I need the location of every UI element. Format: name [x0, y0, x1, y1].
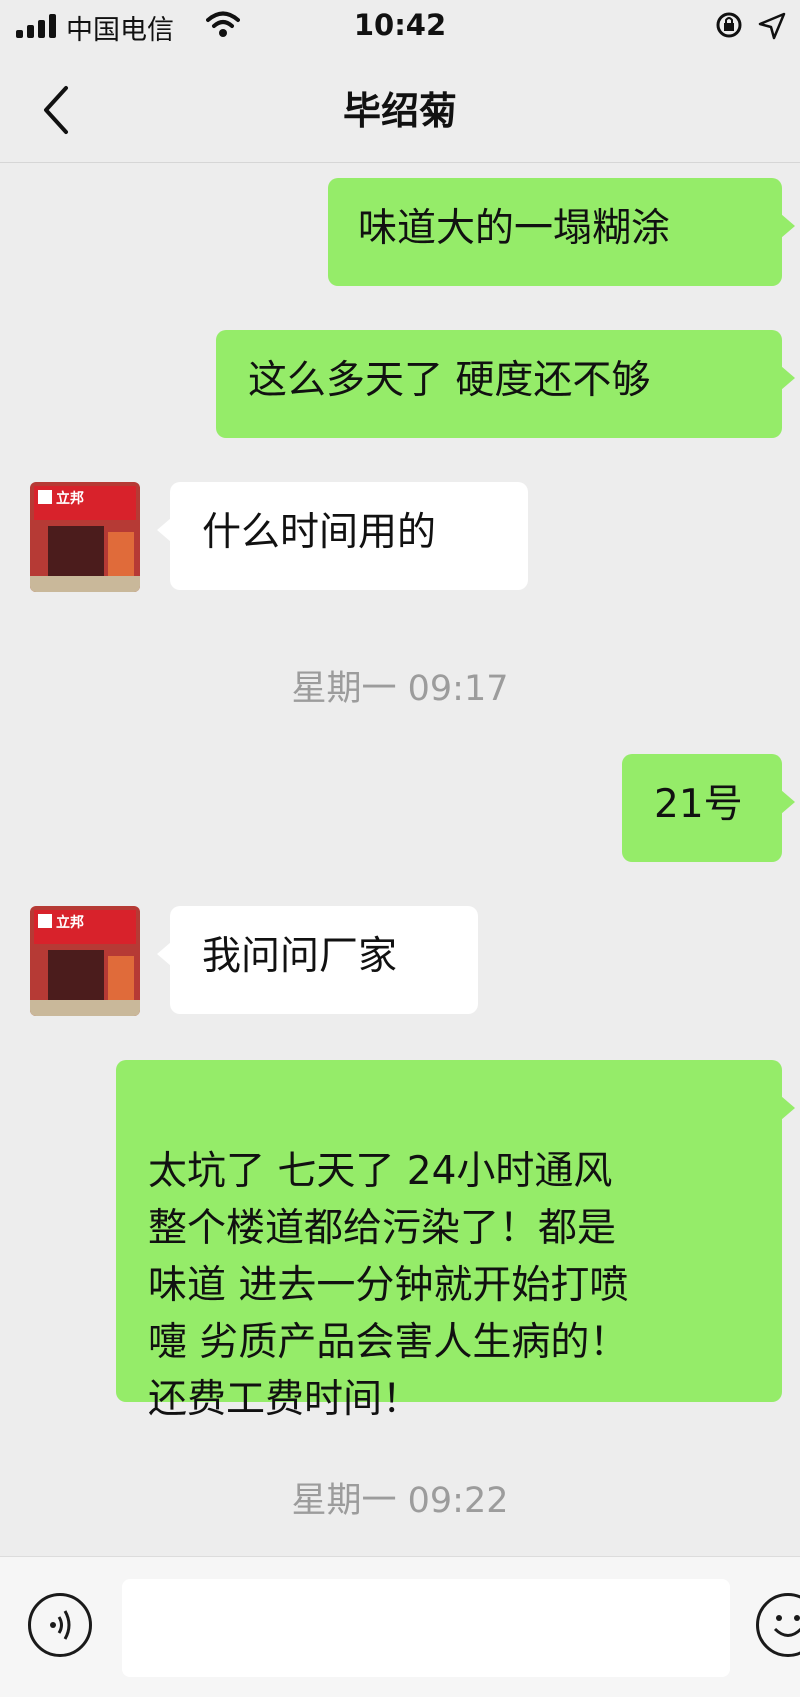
message-bubble-incoming[interactable]: 我问问厂家: [157, 906, 478, 1014]
message-bubble-outgoing[interactable]: 21号: [622, 754, 795, 862]
message-text: 什么时间用的: [202, 510, 437, 555]
status-time: 10:42: [353, 8, 447, 42]
message-text: 21号: [654, 782, 743, 827]
location-arrow-icon: [758, 12, 786, 40]
message-text: 味道大的一塌糊涂: [358, 206, 671, 251]
input-bar: [0, 1556, 800, 1697]
orientation-lock-icon: [716, 12, 742, 38]
message-bubble-outgoing[interactable]: 这么多天了 硬度还不够: [216, 330, 795, 438]
message-bubble-incoming[interactable]: 什么时间用的: [157, 482, 528, 590]
emoji-icon[interactable]: [756, 1593, 800, 1657]
timestamp-label: 星期一 09:22: [291, 1481, 509, 1521]
timestamp-label: 星期一 09:17: [291, 669, 509, 709]
status-bar: 中国电信 10:42: [0, 0, 800, 56]
contact-avatar[interactable]: 立邦: [30, 482, 140, 592]
message-text: 太坑了 七天了 24小时通风 整个楼道都给污染了！都是 味道 进去一分钟就开始打…: [148, 1149, 629, 1422]
message-bubble-outgoing[interactable]: 味道大的一塌糊涂: [328, 178, 795, 286]
message-text: 这么多天了 硬度还不够: [248, 358, 651, 403]
message-bubble-outgoing[interactable]: 太坑了 七天了 24小时通风 整个楼道都给污染了！都是 味道 进去一分钟就开始打…: [116, 1060, 795, 1422]
contact-avatar[interactable]: 立邦: [30, 906, 140, 1016]
message-input[interactable]: [122, 1579, 730, 1677]
chat-title: 毕绍菊: [342, 89, 457, 133]
voice-icon[interactable]: [28, 1593, 92, 1657]
message-text: 我问问厂家: [202, 934, 398, 979]
nav-bar: 毕绍菊: [0, 56, 800, 163]
